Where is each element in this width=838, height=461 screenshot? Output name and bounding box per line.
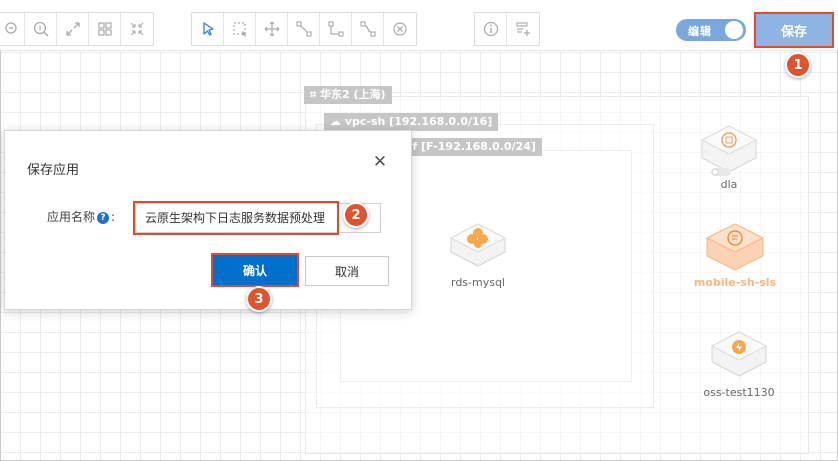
- region-tag[interactable]: ⌗ 华东2 (上海): [304, 86, 392, 104]
- grid-icon: [97, 22, 112, 36]
- save-button[interactable]: 保存: [754, 12, 834, 48]
- zoom-out-icon: [4, 22, 17, 34]
- edit-tool-group: [191, 12, 417, 46]
- pan-tool-button[interactable]: [256, 13, 288, 45]
- zoom-reset-button[interactable]: [25, 13, 57, 45]
- node-mobile-sh-sls[interactable]: mobile-sh-sls: [692, 220, 778, 289]
- marquee-select-button[interactable]: [224, 13, 256, 45]
- collapse-icon: [130, 22, 144, 36]
- info-button[interactable]: [475, 13, 507, 45]
- info-tool-group: [474, 12, 540, 46]
- marquee-icon: [232, 22, 247, 37]
- dialog-title: 保存应用: [27, 163, 80, 178]
- grid-layout-button[interactable]: [89, 13, 121, 45]
- dla-cube-icon: [700, 125, 758, 176]
- step-badge-3: 3: [246, 286, 272, 312]
- toggle-knob: [725, 21, 743, 39]
- delete-button[interactable]: [384, 13, 416, 45]
- node-dla[interactable]: dla: [693, 122, 765, 191]
- collapse-button[interactable]: [121, 13, 153, 45]
- region-icon: ⌗: [310, 88, 321, 101]
- region-tag-label: 华东2 (上海): [320, 88, 386, 101]
- edit-toggle-label: 编辑: [688, 25, 712, 38]
- add-template-button[interactable]: [507, 13, 539, 45]
- cloud-icon: ☁: [330, 115, 345, 128]
- add-list-icon: [516, 22, 530, 36]
- step-badge-2: 2: [343, 202, 369, 228]
- app-name-label-text: 应用名称: [47, 210, 96, 224]
- toolbar: 编辑 保存: [0, 0, 838, 51]
- cancel-button[interactable]: 取消: [305, 256, 389, 286]
- line-connector-icon: [295, 21, 312, 37]
- help-icon[interactable]: ?: [97, 211, 110, 224]
- close-icon: ✕: [372, 152, 388, 172]
- sls-log-service-icon: [705, 223, 765, 271]
- node-oss-test1130[interactable]: oss-test1130: [701, 328, 777, 399]
- curve-line-button[interactable]: [352, 13, 384, 45]
- node-rds-mysql[interactable]: rds-mysql: [442, 218, 514, 289]
- info-icon: [483, 21, 498, 37]
- curve-connector-icon: [359, 21, 376, 37]
- move-icon: [264, 21, 279, 37]
- node-mobile-sh-sls-label: mobile-sh-sls: [693, 276, 777, 289]
- straight-line-button[interactable]: [288, 13, 320, 45]
- fit-screen-button[interactable]: [57, 13, 89, 45]
- oss-storage-icon: [710, 331, 768, 377]
- delete-circle-icon: [393, 22, 407, 36]
- node-rds-mysql-label: rds-mysql: [450, 276, 505, 289]
- app-name-label: 应用名称?:: [47, 208, 115, 225]
- app-name-label-colon: :: [111, 210, 116, 224]
- select-tool-button[interactable]: [192, 13, 224, 45]
- vpc-tag-label: vpc-sh [192.168.0.0/16]: [344, 115, 493, 128]
- expand-icon: [65, 22, 80, 36]
- rds-database-icon: [449, 223, 507, 267]
- step-badge-1: 1: [785, 52, 811, 78]
- node-dla-label: dla: [720, 178, 738, 191]
- zoom-reset-icon: [33, 21, 48, 37]
- elbow-connector-icon: [327, 21, 344, 37]
- view-tool-group: [0, 12, 154, 46]
- confirm-button[interactable]: 确认: [211, 253, 299, 287]
- vswitch-tag-label: h-f [F-192.168.0.0/24]: [400, 140, 536, 153]
- close-button[interactable]: ✕: [369, 151, 391, 173]
- cursor-icon: [202, 22, 214, 36]
- node-oss-test1130-label: oss-test1130: [703, 386, 775, 399]
- edit-mode-toggle[interactable]: 编辑: [676, 19, 746, 41]
- vpc-tag[interactable]: ☁ vpc-sh [192.168.0.0/16]: [324, 113, 499, 131]
- zoom-out-button[interactable]: [0, 13, 25, 45]
- elbow-line-button[interactable]: [320, 13, 352, 45]
- vswitch-tag[interactable]: h-f [F-192.168.0.0/24]: [394, 138, 542, 156]
